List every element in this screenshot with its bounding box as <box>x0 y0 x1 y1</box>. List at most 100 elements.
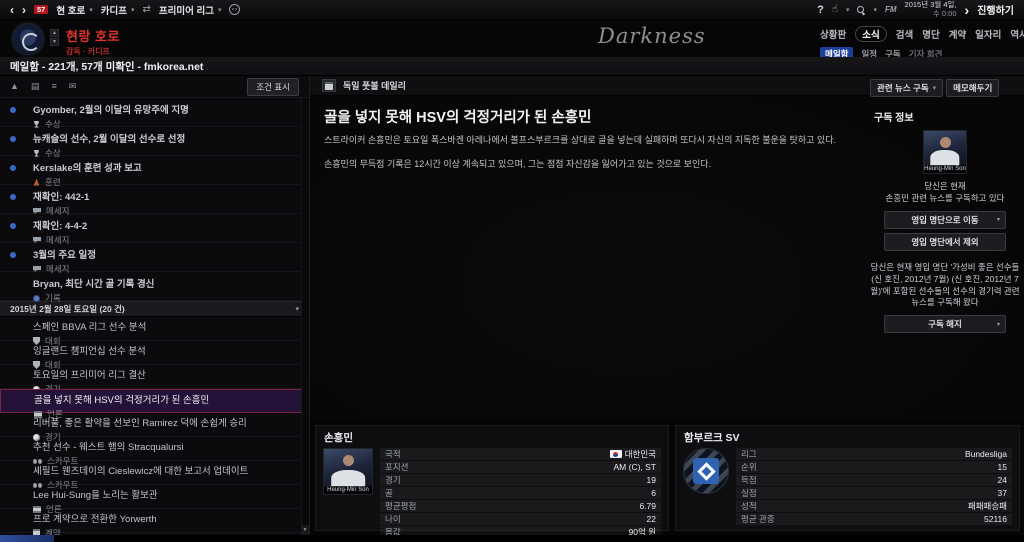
mail-item-title: Lee Hui-Sung을 노리는 황보관 <box>33 490 158 501</box>
row-label: 성적 <box>741 501 757 511</box>
globe-icon[interactable]: ‹› <box>229 4 241 15</box>
row-label: 경기 <box>385 475 401 485</box>
mail-list-item[interactable]: Bryan, 최단 시간 골 기록 경신기록 <box>0 272 309 304</box>
mail-list-item[interactable]: 3월의 주요 일정 메세지 <box>0 243 309 274</box>
mail-list-item[interactable]: 토요일의 프리미어 리그 결산경기 <box>0 365 309 394</box>
mail-list-item[interactable]: 셰필드 웬즈데이의 Cieslewicz에 대한 보고서 업데이트 스카우트 <box>0 461 309 490</box>
unread-dot <box>10 136 16 142</box>
unread-dot <box>10 107 16 113</box>
chevron-down-icon[interactable]: ▼ <box>50 38 59 46</box>
mail-list-item[interactable]: 프로 계약으로 전환한 Yorwerth 계약 <box>0 509 309 535</box>
chevron-down-icon: ▾ <box>217 6 222 14</box>
article-source: 독일 풋볼 데일리 <box>343 81 406 91</box>
main-menus: 상황판 소식 검색 명단 계약 일자리 역사 메일함 일정 구독 기자 회견 <box>820 26 1024 61</box>
row-label: 실점 <box>741 488 757 498</box>
menu-item-4[interactable]: 계약 <box>949 27 966 41</box>
mail-item-title: 토요일의 프리미어 리그 결산 <box>33 370 146 381</box>
league-tab[interactable]: 프리미어 리그 ▾ <box>159 3 222 17</box>
continue-icon[interactable]: › <box>965 3 970 17</box>
club-crest[interactable] <box>12 23 44 55</box>
mail-list-item[interactable]: 재확인: 442-1 메세지 <box>0 185 309 216</box>
mail-list-item[interactable]: Kerslake의 훈련 성과 보고 훈련 <box>0 156 309 187</box>
row-label: 국적 <box>385 449 401 459</box>
menu-item-5[interactable]: 일자리 <box>975 27 1001 41</box>
player-stat-rows: 국적 대한민국 포지션 AM (C), ST 경기 19 골 6 평균평점 6.79 나이 22 몸값 9… <box>380 448 661 539</box>
collapse-icon[interactable]: ▲ <box>10 82 19 91</box>
row-value: 패패패승패 <box>967 501 1007 511</box>
row-value: 22 <box>646 514 656 524</box>
sidebar-scrollbar[interactable]: ▼ <box>301 98 309 535</box>
mail-item-title: 뉴캐슬의 선수, 2월 이달의 선수로 선정 <box>33 134 186 145</box>
mailbox-header: 메일함 - 221개, 57개 미확인 - fmkorea.net <box>0 57 1024 76</box>
mail-list-item[interactable]: 추천 선수 - 웨스트 햄의 Stracqualursi 스카우트 <box>0 437 309 466</box>
menu-item-6[interactable]: 역사 <box>1010 27 1024 41</box>
search-icon[interactable] <box>857 5 865 14</box>
unread-dot <box>10 252 16 258</box>
subscribe-news-button[interactable]: 관련 뉴스 구독 ▾ <box>870 79 944 97</box>
menu-item-0[interactable]: 상황판 <box>820 27 846 41</box>
club-row-0: 리그 Bundesliga <box>736 448 1012 460</box>
mail-list-item[interactable]: 재확인: 4-4-2 메세지 <box>0 214 309 245</box>
manager-tab[interactable]: 현 호로 ▾ <box>56 3 92 17</box>
mail-item-title: 스페인 BBVA 리그 선수 분석 <box>33 322 147 333</box>
mail-list-item[interactable]: 리버풀, 좋은 활약을 선보인 Ramirez 덕에 손쉽게 승리 경기 <box>0 413 309 442</box>
mail-list-item[interactable]: 스페인 BBVA 리그 선수 분석 대회 <box>0 317 309 346</box>
mail-item-title: Bryan, 최단 시간 골 기록 경신 <box>33 279 155 290</box>
mail-icon[interactable]: ✉ <box>69 82 77 91</box>
row-value: 대한민국 <box>609 448 656 460</box>
menu-item-1[interactable]: 소식 <box>855 26 887 42</box>
row-value: 37 <box>997 488 1007 498</box>
mail-list-item[interactable]: 골을 넣지 못해 HSV의 걱정거리가 된 손흥민 언론 <box>0 389 309 419</box>
club-row-3: 실점 37 <box>736 487 1012 499</box>
row-label: 포지션 <box>385 462 409 472</box>
crest-stepper[interactable]: ▲ ▼ <box>50 29 59 46</box>
list-icon[interactable]: ≡ <box>51 82 56 91</box>
club-stat-rows: 리그 Bundesliga 순위 15 득점 24 실점 37 성적 패패패승패 평균 관중 5211… <box>736 448 1012 526</box>
unread-dot <box>10 194 16 200</box>
club-row-1: 순위 15 <box>736 461 1012 473</box>
memo-button[interactable]: 메모해두기 <box>946 79 1000 97</box>
back-icon[interactable]: ‹ <box>10 4 14 16</box>
menu-item-2[interactable]: 검색 <box>896 27 913 41</box>
unread-dot <box>10 223 16 229</box>
header: ▲ ▼ 현랑 호로 감독 · 카디프 Darkness 상황판 소식 검색 명단 계약 일… <box>0 20 1024 61</box>
continue-button[interactable]: 진행하기 <box>977 2 1014 17</box>
player-row-5: 나이 22 <box>380 513 661 525</box>
article-paragraph: 손흥민의 무득점 기록은 12시간 이상 계속되고 있으며, 그는 점점 자신감… <box>324 158 712 169</box>
move-to-shortlist-button[interactable]: 영입 명단으로 이동 ▾ <box>884 210 1006 229</box>
skin-brand-logo: Darkness <box>598 24 706 48</box>
titlebar: ‹ › 57 현 호로 ▾ 카디프 ▾ ⇄ 프리미어 리그 ▾ ‹› ? ☝ ▾ ▾ … <box>0 0 1024 20</box>
club-info-panel[interactable]: 함부르크 SV 리그 Bundesliga 순위 15 득점 24 실점 37 성적 패패패승패 평… <box>675 425 1020 531</box>
row-value: 24 <box>997 475 1007 485</box>
chevron-up-icon[interactable]: ▲ <box>50 29 59 37</box>
mail-list-item[interactable]: 뉴캐슬의 선수, 2월 이달의 선수로 선정 수상 <box>0 127 309 158</box>
subscription-status: 당신은 현재 손흥민 관련 뉴스를 구독하고 있다 <box>885 181 1005 203</box>
mail-list-item[interactable]: Gyomber, 2월의 이달의 유망주에 지명 수상 <box>0 98 309 129</box>
mail-list-item[interactable]: Lee Hui-Sung을 노리는 황보관 언론 <box>0 485 309 514</box>
mailbox-title: 메일함 - 221개, 57개 미확인 - fmkorea.net <box>10 60 204 73</box>
mail-item-title: 3월의 주요 일정 <box>33 250 97 261</box>
shortlist-subscription-status: 당신은 현재 영입 명단 '가성비 좋은 선수들 (신 호진, 2012년 7월… <box>870 261 1020 308</box>
unsubscribe-button[interactable]: 구독 해지 ▾ <box>884 315 1006 334</box>
club-tab[interactable]: 카디프 ▾ <box>101 3 135 17</box>
scroll-down-icon[interactable]: ▼ <box>301 525 309 535</box>
mail-item-category: 계약 <box>33 527 301 535</box>
article-pane: 독일 풋볼 데일리 골을 넣지 못해 HSV의 걱정거리가 된 손흥민 스트라이… <box>310 76 1024 420</box>
row-value: 52116 <box>983 514 1007 524</box>
mail-list-item[interactable]: 잉글랜드 챔피언십 선수 분석 대회 <box>0 341 309 370</box>
swap-icon[interactable]: ⇄ <box>142 4 150 15</box>
hand-icon[interactable]: ☝ <box>832 4 838 15</box>
remove-from-shortlist-button[interactable]: 영입 명단에서 제외 <box>884 232 1006 251</box>
menu-item-3[interactable]: 명단 <box>922 27 939 41</box>
mail-item-title: 재확인: 4-4-2 <box>33 221 88 232</box>
filter-button[interactable]: 조건 표시 <box>247 77 299 96</box>
player-row-0: 국적 대한민국 <box>380 448 661 460</box>
help-icon[interactable]: ? <box>817 4 824 16</box>
forward-icon[interactable]: › <box>22 4 26 16</box>
player-name: 손흥민 <box>324 432 353 444</box>
mail-item-category: 기록 <box>33 292 301 304</box>
row-value: 19 <box>646 475 656 485</box>
subscription-title: 구독 정보 <box>874 113 914 124</box>
archive-icon[interactable]: ▤ <box>31 82 40 91</box>
player-info-panel[interactable]: 손흥민 Heung-Min Son 국적 대한민국 포지션 AM (C), ST 경기 1… <box>315 425 669 538</box>
